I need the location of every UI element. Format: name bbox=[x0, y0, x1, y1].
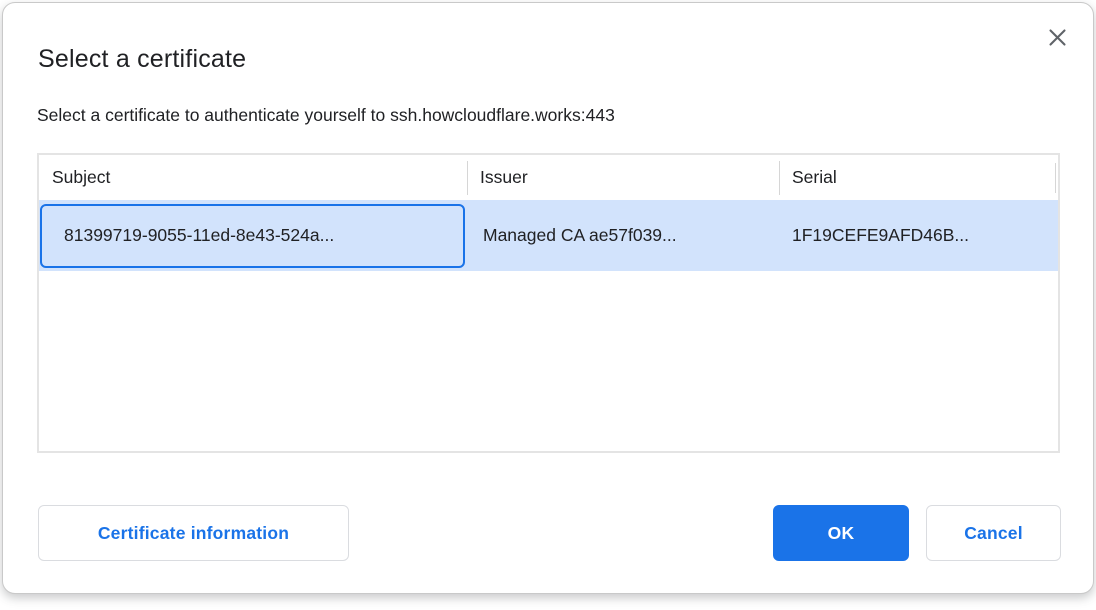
cell-serial[interactable]: 1F19CEFE9AFD46B... bbox=[779, 225, 1039, 246]
column-header-subject[interactable]: Subject bbox=[39, 167, 467, 188]
cancel-button[interactable]: Cancel bbox=[926, 505, 1061, 561]
certificate-table: Subject Issuer Serial 81399719-9055-11ed… bbox=[37, 153, 1060, 453]
ok-button[interactable]: OK bbox=[773, 505, 909, 561]
close-button[interactable] bbox=[1045, 25, 1069, 49]
column-divider bbox=[1055, 163, 1056, 193]
certificate-row-selected[interactable]: 81399719-9055-11ed-8e43-524a... Managed … bbox=[39, 200, 1058, 271]
column-header-serial[interactable]: Serial bbox=[779, 167, 1019, 188]
close-icon bbox=[1048, 28, 1067, 47]
cell-issuer[interactable]: Managed CA ae57f039... bbox=[467, 225, 779, 246]
dialog-title: Select a certificate bbox=[38, 45, 246, 74]
column-divider bbox=[779, 161, 780, 195]
dialog-subtitle: Select a certificate to authenticate you… bbox=[37, 105, 615, 126]
cell-subject[interactable]: 81399719-9055-11ed-8e43-524a... bbox=[39, 200, 467, 271]
cell-subject-text: 81399719-9055-11ed-8e43-524a... bbox=[64, 225, 334, 245]
table-header-row: Subject Issuer Serial bbox=[39, 155, 1058, 200]
column-header-issuer[interactable]: Issuer bbox=[467, 167, 779, 188]
certificate-information-button[interactable]: Certificate information bbox=[38, 505, 349, 561]
column-divider bbox=[467, 161, 468, 195]
select-certificate-dialog: Select a certificate Select a certificat… bbox=[2, 2, 1094, 594]
